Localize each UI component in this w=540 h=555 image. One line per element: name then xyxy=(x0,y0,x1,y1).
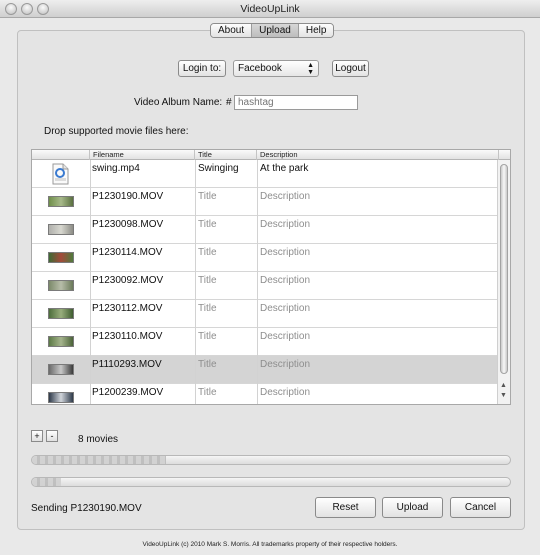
row-filename: P1230092.MOV xyxy=(92,275,164,286)
table-row[interactable]: P1230092.MOV Title Description xyxy=(32,272,499,300)
copyright-footer: VideoUpLink (c) 2010 Mark S. Morris. All… xyxy=(142,541,398,548)
album-name-label: Video Album Name: xyxy=(134,97,223,108)
upload-button[interactable]: Upload xyxy=(382,497,443,518)
row-filename: P1230110.MOV xyxy=(92,331,163,342)
row-description[interactable]: At the park xyxy=(260,163,308,174)
video-thumbnail xyxy=(48,252,74,263)
column-header-title[interactable]: Title xyxy=(195,150,257,160)
row-description[interactable]: Description xyxy=(260,387,310,398)
logout-button[interactable]: Logout xyxy=(332,60,369,77)
hash-symbol: # xyxy=(226,97,232,108)
row-filename: P1230112.MOV xyxy=(92,303,163,314)
login-to-button[interactable]: Login to: xyxy=(178,60,226,77)
row-title[interactable]: Title xyxy=(198,359,217,370)
video-thumbnail xyxy=(48,196,74,207)
service-popup-value: Facebook xyxy=(238,63,282,74)
table-header: Filename Title Description xyxy=(32,150,510,160)
tab-help[interactable]: Help xyxy=(298,24,334,37)
app-window: VideoUpLink About Upload Help Login to: … xyxy=(0,0,540,555)
row-title[interactable]: Title xyxy=(198,387,217,398)
row-title[interactable]: Title xyxy=(198,247,217,258)
row-title[interactable]: Title xyxy=(198,275,217,286)
row-filename: P1230114.MOV xyxy=(92,247,163,258)
movie-count: 8 movies xyxy=(78,434,119,445)
mp4-file-icon xyxy=(52,163,69,185)
status-text: Sending P1230190.MOV xyxy=(31,503,142,514)
column-divider xyxy=(195,160,196,404)
current-file-progress-bar xyxy=(31,477,511,487)
row-description[interactable]: Description xyxy=(260,191,310,202)
row-description[interactable]: Description xyxy=(260,247,310,258)
video-thumbnail xyxy=(48,280,74,291)
remove-movie-button[interactable]: - xyxy=(46,430,58,442)
tab-bar: About Upload Help xyxy=(210,23,335,38)
table-row[interactable]: P1230112.MOV Title Description xyxy=(32,300,499,328)
row-title[interactable]: Title xyxy=(198,219,217,230)
scrollbar-knob[interactable] xyxy=(500,164,508,374)
window-title: VideoUpLink xyxy=(240,3,300,15)
column-header-icon[interactable] xyxy=(32,150,90,160)
row-filename: P1230098.MOV xyxy=(92,219,164,230)
current-progress-fill xyxy=(32,478,61,486)
video-thumbnail xyxy=(48,336,74,347)
row-title[interactable]: Title xyxy=(198,191,217,202)
overall-progress-fill xyxy=(32,456,166,464)
table-row-selected[interactable]: P1110293.MOV Title Description xyxy=(32,356,499,384)
tab-about[interactable]: About xyxy=(211,24,253,37)
video-thumbnail xyxy=(48,364,74,375)
video-thumbnail xyxy=(48,224,74,235)
movie-table[interactable]: Filename Title Description swing.mp4 Swi… xyxy=(31,149,511,405)
service-popup[interactable]: Facebook ▲ ▼ xyxy=(233,60,319,77)
drop-hint: Drop supported movie files here: xyxy=(44,126,189,137)
row-title[interactable]: Title xyxy=(198,331,217,342)
table-row[interactable]: P1230098.MOV Title Description xyxy=(32,216,499,244)
add-movie-button[interactable]: + xyxy=(31,430,43,442)
video-thumbnail xyxy=(48,392,74,403)
video-thumbnail xyxy=(48,308,74,319)
column-header-description[interactable]: Description xyxy=(257,150,499,160)
table-row[interactable]: P1230190.MOV Title Description xyxy=(32,188,499,216)
title-bar: VideoUpLink xyxy=(0,0,540,18)
row-filename: swing.mp4 xyxy=(92,163,140,174)
tab-upload[interactable]: Upload xyxy=(252,24,299,37)
row-filename: P1110293.MOV xyxy=(92,359,162,370)
column-divider xyxy=(257,160,258,404)
cancel-button[interactable]: Cancel xyxy=(450,497,511,518)
row-description[interactable]: Description xyxy=(260,331,310,342)
album-name-input[interactable] xyxy=(234,95,358,110)
row-description[interactable]: Description xyxy=(260,303,310,314)
row-description[interactable]: Description xyxy=(260,359,310,370)
column-header-filename[interactable]: Filename xyxy=(90,150,195,160)
reset-button[interactable]: Reset xyxy=(315,497,376,518)
row-description[interactable]: Description xyxy=(260,219,310,230)
column-divider xyxy=(90,160,91,404)
overall-progress-bar xyxy=(31,455,511,465)
scroll-down-arrow-icon[interactable]: ▼ xyxy=(500,392,507,399)
row-filename: P1230190.MOV xyxy=(92,191,164,202)
scroll-up-arrow-icon[interactable]: ▲ xyxy=(500,382,507,389)
row-description[interactable]: Description xyxy=(260,275,310,286)
table-row[interactable]: P1230114.MOV Title Description xyxy=(32,244,499,272)
table-row[interactable]: P1200239.MOV Title Description xyxy=(32,384,499,404)
row-title[interactable]: Title xyxy=(198,303,217,314)
table-row[interactable]: P1230110.MOV Title Description xyxy=(32,328,499,356)
row-filename: P1200239.MOV xyxy=(92,387,164,398)
table-vertical-scrollbar[interactable]: ▲ ▼ xyxy=(497,160,510,404)
table-row[interactable]: swing.mp4 Swinging At the park xyxy=(32,160,499,188)
popup-arrows-icon: ▲ ▼ xyxy=(307,62,314,76)
row-title[interactable]: Swinging xyxy=(198,163,239,174)
